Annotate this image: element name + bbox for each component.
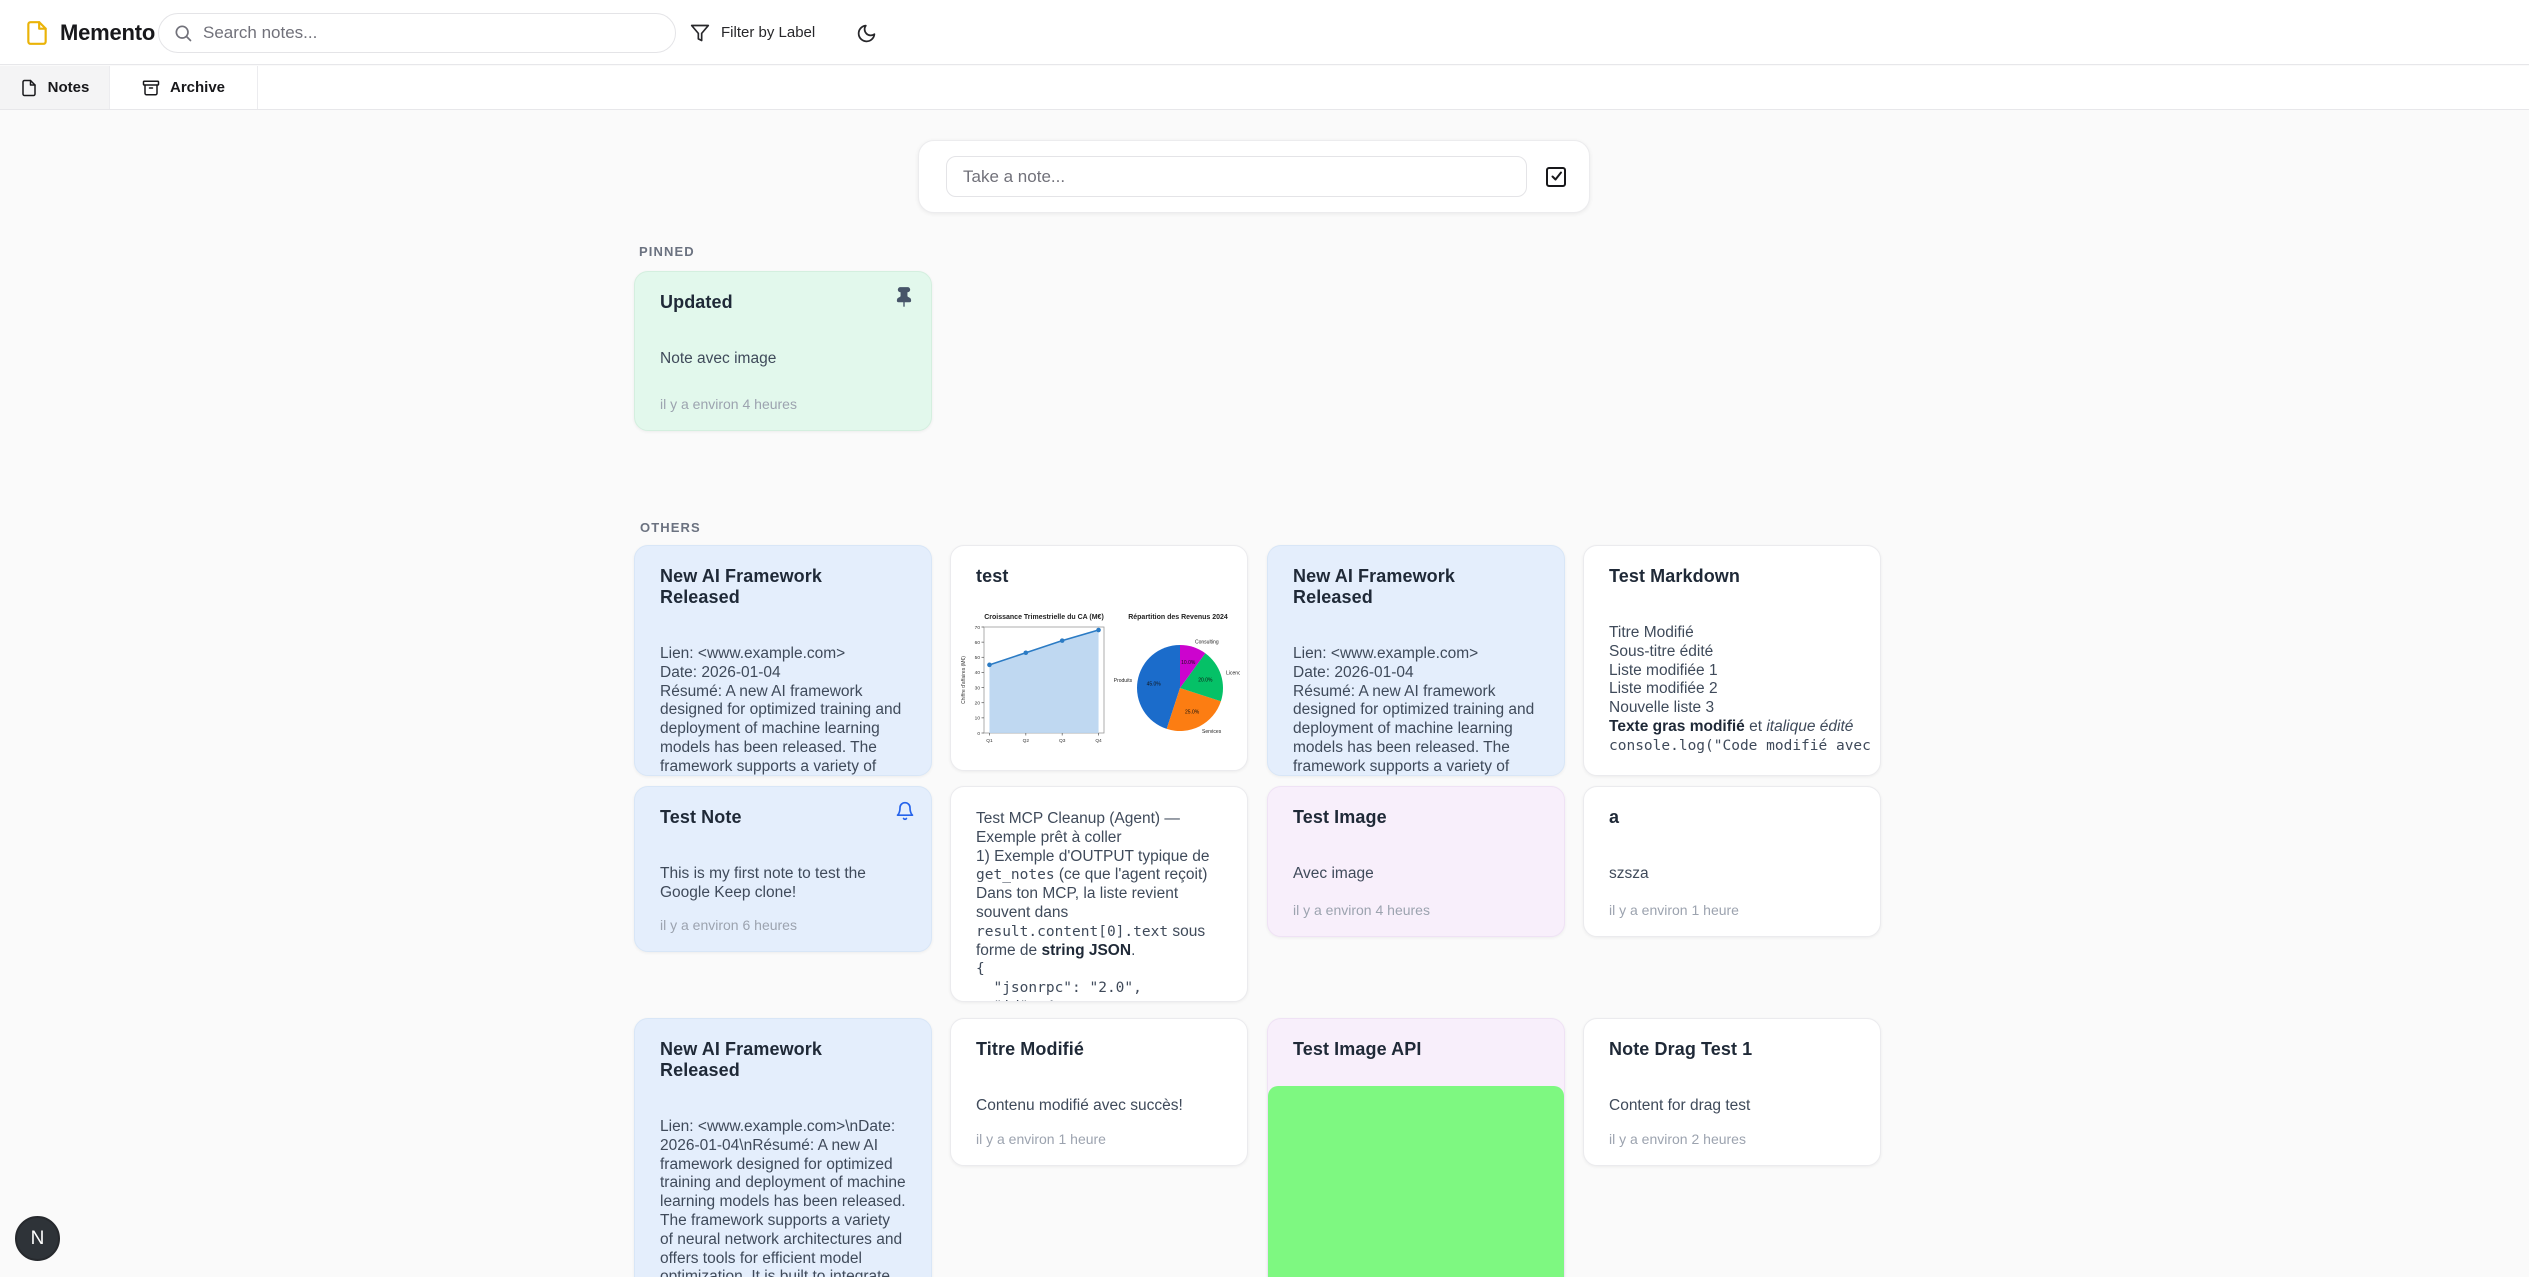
note-card[interactable]: test 0 10 20 30 40 50 60 70 Q1 Q2 Q3 Q4 Croissance T…	[950, 545, 1248, 771]
svg-text:Licences: Licences	[1226, 671, 1240, 677]
svg-text:30: 30	[975, 685, 981, 691]
note-title: Test Markdown	[1609, 566, 1855, 587]
filter-by-label-text: Filter by Label	[721, 24, 815, 41]
note-card[interactable]: Note Drag Test 1 Content for drag test i…	[1583, 1018, 1881, 1166]
note-timestamp: il y a environ 1 heure	[976, 1121, 1222, 1147]
note-logo-icon	[24, 20, 50, 46]
note-card[interactable]: New AI Framework Released Lien: <www.exa…	[634, 1018, 932, 1277]
note-title: New AI Framework Released	[1293, 566, 1539, 608]
svg-text:Répartition des Revenus 2024: Répartition des Revenus 2024	[1128, 614, 1228, 621]
note-card[interactable]: Test MCP Cleanup (Agent) — Exemple prêt …	[950, 786, 1248, 1002]
note-content: szsza	[1609, 865, 1855, 884]
new-checklist-button[interactable]	[1541, 162, 1571, 192]
note-card[interactable]: New AI Framework Released Lien: <www.exa…	[634, 545, 932, 776]
note-content: This is my first note to test the Google…	[660, 865, 906, 903]
note-title: Test Image	[1293, 807, 1539, 828]
svg-text:40: 40	[975, 670, 981, 676]
note-card[interactable]: a szsza il y a environ 1 heure	[1583, 786, 1881, 937]
pinned-section-label: PINNED	[639, 244, 695, 259]
svg-text:Q2: Q2	[1023, 738, 1030, 744]
filter-by-label-button[interactable]: Filter by Label	[690, 0, 815, 65]
svg-text:Chiffre d'affaires (M€): Chiffre d'affaires (M€)	[961, 656, 967, 704]
note-content: Lien: <www.example.com> Date: 2026-01-04…	[1293, 645, 1539, 776]
svg-text:Q1: Q1	[986, 738, 993, 744]
note-content: Contenu modifié avec succès!	[976, 1097, 1222, 1116]
note-content: Titre Modifié Sous-titre édité Liste mod…	[1609, 624, 1855, 756]
search-icon	[173, 23, 193, 43]
note-title: Test Note	[660, 807, 906, 828]
svg-text:Services: Services	[1202, 729, 1222, 735]
note-card[interactable]: New AI Framework Released Lien: <www.exa…	[1267, 545, 1565, 776]
note-content: Lien: <www.example.com> Date: 2026-01-04…	[660, 645, 906, 776]
note-timestamp: il y a environ 2 heures	[1609, 1121, 1855, 1147]
pin-icon[interactable]	[893, 286, 915, 308]
others-section-label: OTHERS	[640, 520, 701, 535]
svg-text:Q4: Q4	[1095, 738, 1102, 744]
note-timestamp: il y a environ 6 heures	[660, 907, 906, 933]
tab-notes-label: Notes	[48, 79, 90, 96]
app-logo: Memento	[24, 0, 155, 65]
filter-funnel-icon	[690, 23, 710, 43]
svg-text:10: 10	[975, 716, 981, 722]
svg-text:60: 60	[975, 640, 981, 646]
note-card[interactable]: Test Note This is my first note to test …	[634, 786, 932, 952]
app-window: Memento Filter by Label Notes Archive	[0, 0, 2529, 1277]
svg-text:0: 0	[977, 731, 980, 737]
note-title: Note Drag Test 1	[1609, 1039, 1855, 1060]
note-image-green	[1268, 1086, 1564, 1277]
note-title: Test Image API	[1293, 1039, 1539, 1060]
note-card[interactable]: Updated Note avec image il y a environ 4…	[634, 271, 932, 431]
svg-text:50: 50	[975, 655, 981, 661]
svg-text:Croissance Trimestrielle du CA: Croissance Trimestrielle du CA (M€)	[984, 614, 1104, 621]
note-content: Content for drag test	[1609, 1097, 1855, 1116]
search-bar[interactable]	[158, 13, 676, 53]
pie-chart: 45.0% Produits 25.0% Services 20.0% Licences 1…	[1110, 609, 1240, 749]
tab-archive[interactable]: Archive	[110, 66, 258, 109]
note-card[interactable]: Test Markdown Titre Modifié Sous-titre é…	[1583, 545, 1881, 776]
svg-text:Produits: Produits	[1114, 678, 1133, 684]
svg-text:45.0%: 45.0%	[1147, 681, 1162, 687]
note-content: Note avec image	[660, 350, 906, 369]
note-content: Lien: <www.example.com>\nDate: 2026-01-0…	[660, 1118, 906, 1277]
take-a-note-input[interactable]	[946, 156, 1527, 197]
svg-text:Consulting: Consulting	[1195, 639, 1219, 645]
note-content: Avec image	[1293, 865, 1539, 884]
checkbox-icon	[1544, 165, 1568, 189]
note-title: Updated	[660, 292, 906, 313]
note-card[interactable]: Test Image API	[1267, 1018, 1565, 1277]
user-avatar[interactable]: N	[15, 1216, 60, 1261]
note-card[interactable]: Titre Modifié Contenu modifié avec succè…	[950, 1018, 1248, 1166]
note-timestamp: il y a environ 4 heures	[1293, 892, 1539, 918]
note-composer	[918, 140, 1590, 213]
note-timestamp: il y a environ 4 heures	[660, 386, 906, 412]
search-input[interactable]	[203, 23, 661, 43]
svg-text:20.0%: 20.0%	[1198, 677, 1213, 683]
tab-bar: Notes Archive	[0, 66, 2529, 110]
moon-icon	[856, 23, 877, 44]
note-title: New AI Framework Released	[660, 1039, 906, 1081]
header: Memento Filter by Label	[0, 0, 2529, 65]
note-timestamp: il y a environ 1 heure	[1609, 892, 1855, 918]
note-content: Test MCP Cleanup (Agent) — Exemple prêt …	[976, 810, 1222, 1002]
tab-notes[interactable]: Notes	[0, 66, 110, 109]
note-title: a	[1609, 807, 1855, 828]
note-title: test	[976, 566, 1222, 587]
note-title: New AI Framework Released	[660, 566, 906, 608]
dark-mode-toggle[interactable]	[850, 17, 882, 49]
svg-text:25.0%: 25.0%	[1185, 709, 1200, 715]
archive-tab-icon	[142, 79, 160, 97]
svg-text:10.0%: 10.0%	[1181, 660, 1196, 666]
tab-archive-label: Archive	[170, 79, 225, 96]
reminder-bell-icon[interactable]	[895, 801, 915, 821]
area-chart: 0 10 20 30 40 50 60 70 Q1 Q2 Q3 Q4 Croissance Trimes…	[958, 609, 1110, 749]
note-title: Titre Modifié	[976, 1039, 1222, 1060]
svg-text:20: 20	[975, 701, 981, 707]
note-chart-image: 0 10 20 30 40 50 60 70 Q1 Q2 Q3 Q4 Croissance Trimes…	[958, 609, 1240, 749]
svg-text:70: 70	[975, 625, 981, 631]
svg-text:Q3: Q3	[1059, 738, 1066, 744]
app-title: Memento	[60, 20, 155, 46]
note-card[interactable]: Test Image Avec image il y a environ 4 h…	[1267, 786, 1565, 937]
notes-tab-icon	[20, 79, 38, 97]
